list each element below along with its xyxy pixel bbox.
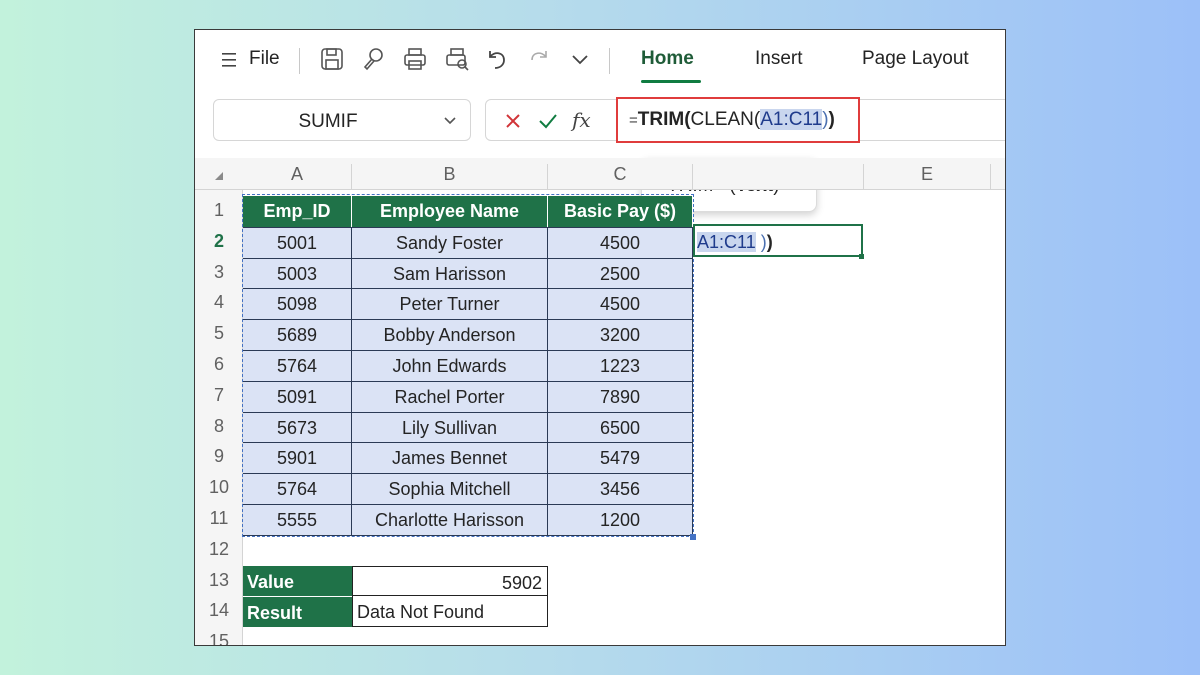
tab-insert[interactable]: Insert — [755, 48, 803, 70]
insert-function-button[interactable]: fx — [572, 108, 591, 132]
table-cell[interactable]: 5001 — [243, 226, 352, 258]
active-cell-content[interactable]: A1:C11 )) — [697, 230, 773, 254]
row-header-10[interactable]: 10 — [195, 477, 243, 508]
table-cell[interactable]: 5555 — [243, 504, 352, 535]
table-cell[interactable]: 2500 — [548, 257, 693, 289]
table-cell[interactable]: Sophia Mitchell — [352, 473, 548, 504]
table-cell[interactable]: 1200 — [548, 504, 693, 535]
column-header-e[interactable]: E — [863, 164, 991, 190]
row-header-11[interactable]: 11 — [195, 508, 243, 539]
row-header-12[interactable]: 12 — [195, 539, 243, 570]
table-cell[interactable]: 4500 — [548, 288, 693, 320]
chevron-down-icon[interactable] — [442, 114, 458, 128]
ribbon-separator — [609, 48, 610, 74]
table-cell[interactable]: 3200 — [548, 319, 693, 350]
table-cell[interactable]: Rachel Porter — [352, 380, 548, 412]
table-header-cell: Emp_ID — [243, 196, 352, 228]
row-header-6[interactable]: 6 — [195, 354, 243, 385]
row-header-15[interactable]: 15 — [195, 631, 243, 645]
table-cell[interactable]: 3456 — [548, 473, 693, 504]
spreadsheet-window: File Home Insert Page Layout SUMIF fx =T… — [194, 29, 1006, 646]
table-cell[interactable]: 5901 — [243, 442, 352, 474]
range-handle[interactable] — [690, 533, 696, 540]
table-cell[interactable]: 5003 — [243, 257, 352, 289]
formula-text: =TRIM(CLEAN(A1:C11)) — [629, 109, 835, 130]
table-cell[interactable]: Peter Turner — [352, 288, 548, 320]
column-header-c[interactable]: C — [548, 164, 693, 190]
table-cell[interactable]: 7890 — [548, 380, 693, 412]
column-header-a[interactable]: A — [243, 164, 352, 190]
ribbon-separator — [299, 48, 300, 74]
value-label: Value — [243, 565, 352, 597]
table-cell[interactable]: 6500 — [548, 411, 693, 443]
result-label: Result — [243, 596, 352, 628]
table-header-cell: Employee Name — [352, 196, 548, 228]
table-cell[interactable]: Lily Sullivan — [352, 411, 548, 443]
confirm-icon[interactable] — [538, 112, 558, 130]
table-cell[interactable]: 5479 — [548, 442, 693, 474]
table-cell[interactable]: 5764 — [243, 350, 352, 381]
table-cell[interactable]: 5689 — [243, 319, 352, 350]
table-cell[interactable]: 5098 — [243, 288, 352, 320]
tab-page-layout[interactable]: Page Layout — [862, 48, 969, 70]
formula-input-highlight[interactable]: =TRIM(CLEAN(A1:C11)) — [616, 97, 860, 143]
row-header-14[interactable]: 14 — [195, 600, 243, 631]
table-cell[interactable]: Sam Harisson — [352, 257, 548, 289]
table-cell[interactable]: Charlotte Harisson — [352, 504, 548, 535]
result-cell[interactable]: Data Not Found — [352, 596, 548, 628]
tab-home[interactable]: Home — [641, 48, 694, 70]
row-header-9[interactable]: 9 — [195, 446, 243, 477]
menu-icon[interactable] — [221, 50, 239, 70]
row-header-4[interactable]: 4 — [195, 292, 243, 323]
table-cell[interactable]: 5673 — [243, 411, 352, 443]
table-bottom-border — [243, 534, 693, 536]
table-header-cell: Basic Pay ($) — [548, 196, 693, 228]
save-icon[interactable] — [319, 46, 345, 72]
row-header-7[interactable]: 7 — [195, 385, 243, 416]
file-menu[interactable]: File — [249, 48, 280, 70]
print-preview-icon[interactable] — [444, 46, 470, 72]
formula-range-reference: A1:C11 — [760, 109, 823, 130]
table-cell[interactable]: John Edwards — [352, 350, 548, 381]
table-cell[interactable]: 4500 — [548, 226, 693, 258]
cancel-icon[interactable] — [504, 112, 522, 130]
table-cell[interactable]: 5764 — [243, 473, 352, 504]
row-header-1[interactable]: 1 — [195, 200, 243, 231]
row-header-13[interactable]: 13 — [195, 570, 243, 601]
table-cell[interactable]: 1223 — [548, 350, 693, 381]
table-cell[interactable]: James Bennet — [352, 442, 548, 474]
value-cell[interactable]: 5902 — [352, 565, 548, 597]
print-icon[interactable] — [402, 46, 428, 72]
undo-icon[interactable] — [484, 46, 510, 72]
row-header-3[interactable]: 3 — [195, 262, 243, 293]
column-header-b[interactable]: B — [352, 164, 548, 190]
name-box[interactable]: SUMIF — [213, 99, 471, 141]
active-tab-indicator — [641, 80, 701, 83]
table-cell[interactable]: Sandy Foster — [352, 226, 548, 258]
redo-icon[interactable] — [526, 46, 552, 72]
name-box-value: SUMIF — [298, 111, 358, 132]
format-painter-icon[interactable] — [361, 46, 387, 72]
row-header-8[interactable]: 8 — [195, 416, 243, 447]
row-header-2[interactable]: 2 — [195, 231, 243, 262]
table-cell[interactable]: Bobby Anderson — [352, 319, 548, 350]
fill-handle[interactable] — [859, 253, 864, 259]
row-header-5[interactable]: 5 — [195, 323, 243, 354]
select-all-icon[interactable] — [215, 172, 223, 180]
table-cell[interactable]: 5091 — [243, 380, 352, 412]
cell-range-reference: A1:C11 — [697, 231, 756, 252]
ribbon: File Home Insert Page Layout — [195, 30, 1005, 92]
chevron-down-icon[interactable] — [567, 46, 593, 72]
